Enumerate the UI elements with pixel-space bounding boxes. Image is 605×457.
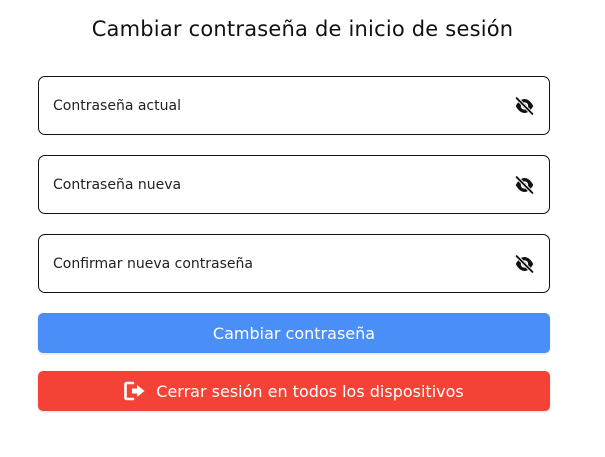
change-password-label: Cambiar contraseña	[212, 323, 376, 343]
page-title: Cambiar contraseña de inicio de sesión	[91, 17, 514, 41]
eye-slash-icon[interactable]	[513, 174, 535, 196]
current-password-field	[38, 76, 550, 135]
sign-out-icon	[124, 381, 146, 401]
change-password-button[interactable]: Cambiar contraseña	[38, 313, 550, 353]
new-password-field	[38, 155, 550, 214]
logout-all-devices-label: Cerrar sesión en todos los dispositivos	[156, 381, 464, 401]
new-password-input[interactable]	[53, 156, 513, 213]
confirm-password-input[interactable]	[53, 235, 513, 292]
eye-slash-icon[interactable]	[513, 95, 535, 117]
confirm-password-field	[38, 234, 550, 293]
logout-all-devices-button[interactable]: Cerrar sesión en todos los dispositivos	[38, 371, 550, 411]
current-password-input[interactable]	[53, 77, 513, 134]
eye-slash-icon[interactable]	[513, 253, 535, 275]
